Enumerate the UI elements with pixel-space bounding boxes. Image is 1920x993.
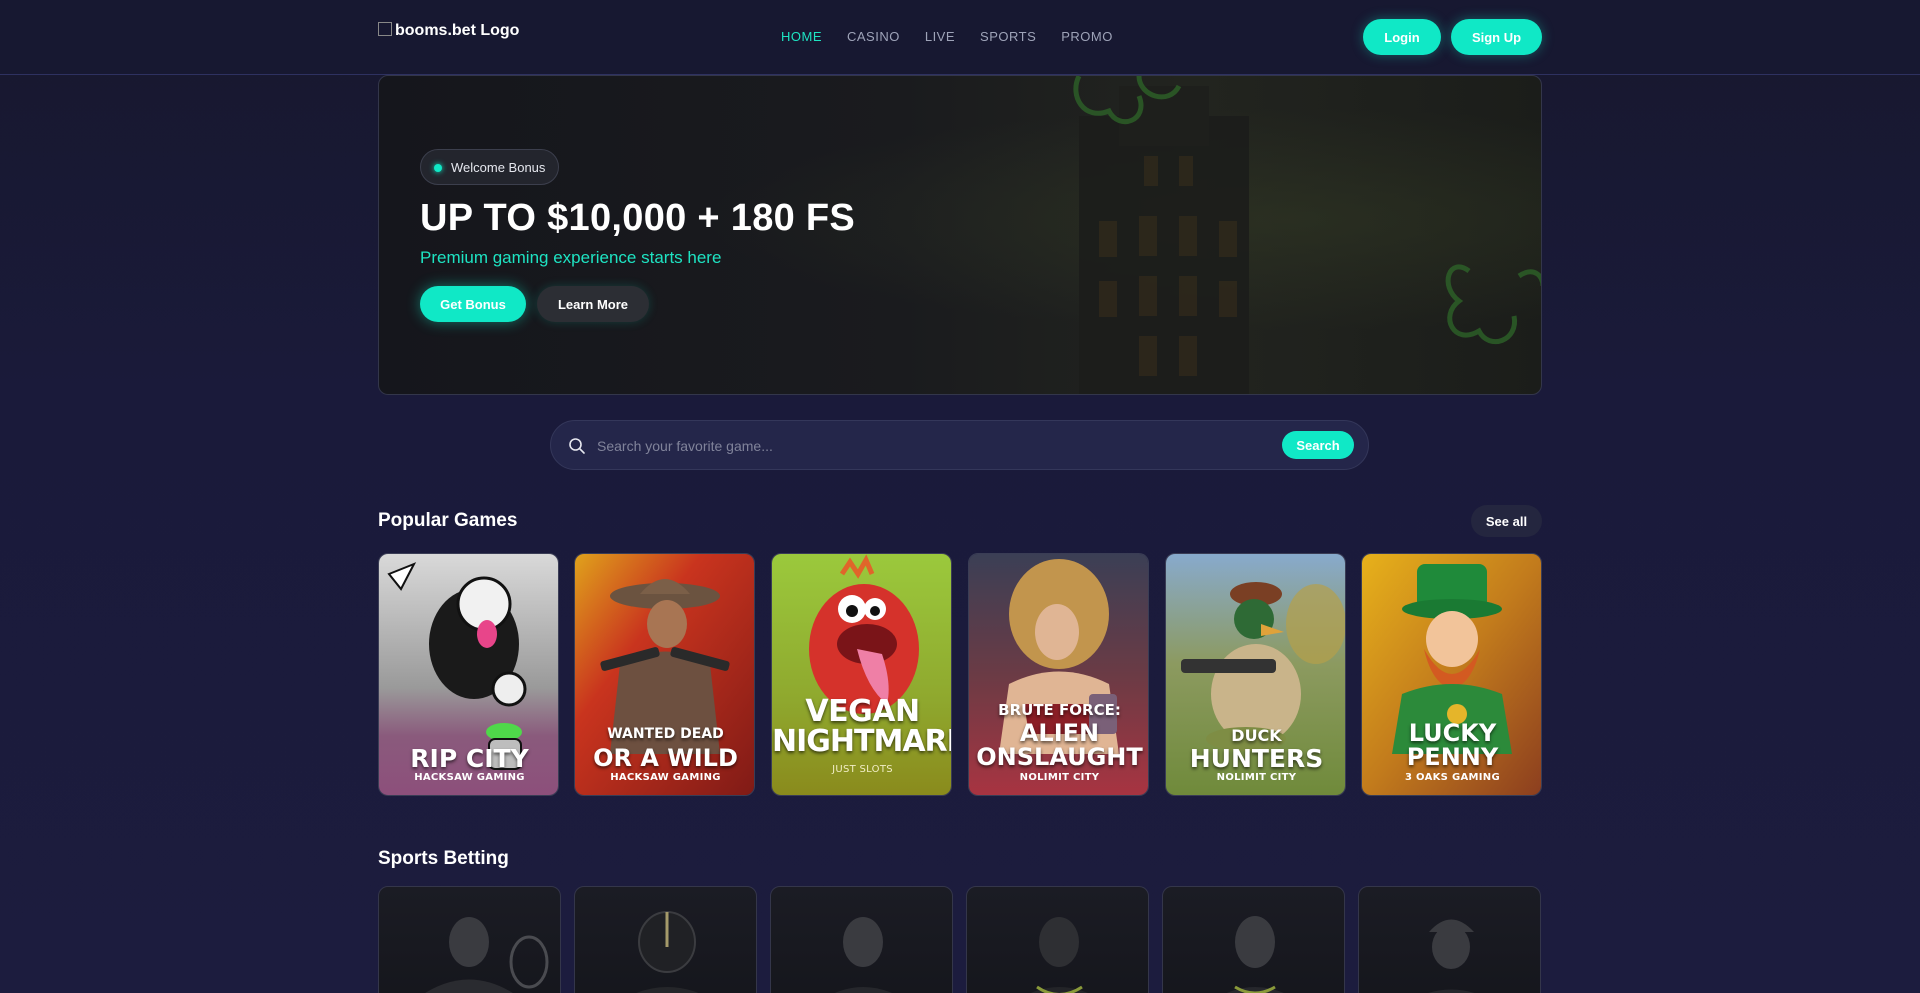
sport-card[interactable]	[378, 886, 561, 993]
game-provider: HACKSAW GAMING	[610, 772, 721, 783]
game-thumbnail	[772, 554, 951, 795]
sport-card[interactable]	[574, 886, 757, 993]
sport-card[interactable]	[1358, 886, 1541, 993]
badge-label: Welcome Bonus	[451, 159, 546, 175]
search-input[interactable]	[597, 434, 1277, 458]
get-bonus-button[interactable]: Get Bonus	[420, 286, 526, 322]
hero-banner: Welcome Bonus UP TO $10,000 + 180 FS Pre…	[378, 75, 1542, 395]
game-provider: NOLIMIT CITY	[1216, 772, 1297, 783]
game-title-line-1: VEGAN	[805, 694, 920, 729]
search-icon	[569, 438, 585, 454]
signup-button[interactable]: Sign Up	[1451, 19, 1542, 55]
game-title: OR A WILD	[593, 744, 738, 772]
nav-promo[interactable]: PROMO	[1061, 29, 1113, 44]
game-card[interactable]: WANTED DEAD OR A WILD HACKSAW GAMING	[574, 553, 755, 796]
game-card[interactable]: BRUTE FORCE: ALIEN ONSLAUGHT NOLIMIT CIT…	[968, 553, 1149, 796]
sport-thumbnail	[425, 917, 549, 993]
game-title-line-2: PENNY	[1406, 743, 1499, 771]
game-card[interactable]: LUCKY PENNY 3 OAKS GAMING	[1361, 553, 1542, 796]
game-title-line-1: ALIEN	[1019, 719, 1100, 747]
nav-casino[interactable]: CASINO	[847, 29, 900, 44]
hero-title: UP TO $10,000 + 180 FS	[420, 197, 856, 239]
game-provider: HACKSAW GAMING	[414, 772, 525, 783]
sports-betting-title: Sports Betting	[378, 848, 509, 869]
game-provider: JUST SLOTS	[832, 764, 893, 775]
login-button[interactable]: Login	[1363, 19, 1441, 55]
sport-thumbnail	[636, 911, 699, 993]
game-provider: NOLIMIT CITY	[1019, 772, 1100, 783]
game-title-line-2: ONSLAUGHT	[976, 743, 1143, 771]
logo-alt-text: booms.bet Logo	[395, 22, 520, 39]
sport-thumbnail	[1226, 916, 1284, 993]
status-dot-icon	[434, 164, 442, 172]
broken-image-icon	[378, 22, 392, 36]
site-logo[interactable]: booms.bet Logo	[378, 22, 519, 40]
game-title: HUNTERS	[1189, 744, 1324, 773]
game-search-bar: Search	[550, 420, 1369, 470]
game-title-prefix: BRUTE FORCE:	[998, 701, 1121, 719]
game-card[interactable]: RIP CITY HACKSAW GAMING	[378, 553, 559, 796]
nav-sports[interactable]: SPORTS	[980, 29, 1036, 44]
learn-more-button[interactable]: Learn More	[537, 286, 649, 322]
nav-home[interactable]: HOME	[781, 29, 822, 44]
popular-games-title: Popular Games	[378, 510, 518, 531]
game-provider: 3 OAKS GAMING	[1405, 772, 1500, 783]
main-nav: HOME CASINO LIVE SPORTS PROMO	[781, 29, 1113, 44]
game-title-line-1: LUCKY	[1408, 719, 1497, 747]
nav-live[interactable]: LIVE	[925, 29, 955, 44]
search-button[interactable]: Search	[1282, 431, 1354, 459]
game-title-prefix: DUCK	[1231, 726, 1282, 745]
game-title: RIP CITY	[410, 744, 529, 773]
sport-thumbnail	[834, 917, 892, 993]
sport-thumbnail	[1030, 917, 1088, 993]
sport-card[interactable]	[770, 886, 953, 993]
sport-card[interactable]	[1162, 886, 1345, 993]
game-card[interactable]: VEGAN NIGHTMARE JUST SLOTS	[771, 553, 952, 796]
game-card[interactable]: DUCK HUNTERS NOLIMIT CITY	[1165, 553, 1346, 796]
welcome-bonus-badge: Welcome Bonus	[420, 149, 560, 185]
sport-card[interactable]	[966, 886, 1149, 993]
see-all-button[interactable]: See all	[1471, 505, 1542, 537]
game-title-prefix: WANTED DEAD	[607, 726, 724, 742]
game-title-line-2: NIGHTMARE	[772, 724, 952, 759]
hero-subtitle: Premium gaming experience starts here	[420, 248, 722, 267]
sport-thumbnail	[1427, 919, 1475, 993]
site-header: booms.bet Logo HOME CASINO LIVE SPORTS P…	[0, 0, 1920, 75]
